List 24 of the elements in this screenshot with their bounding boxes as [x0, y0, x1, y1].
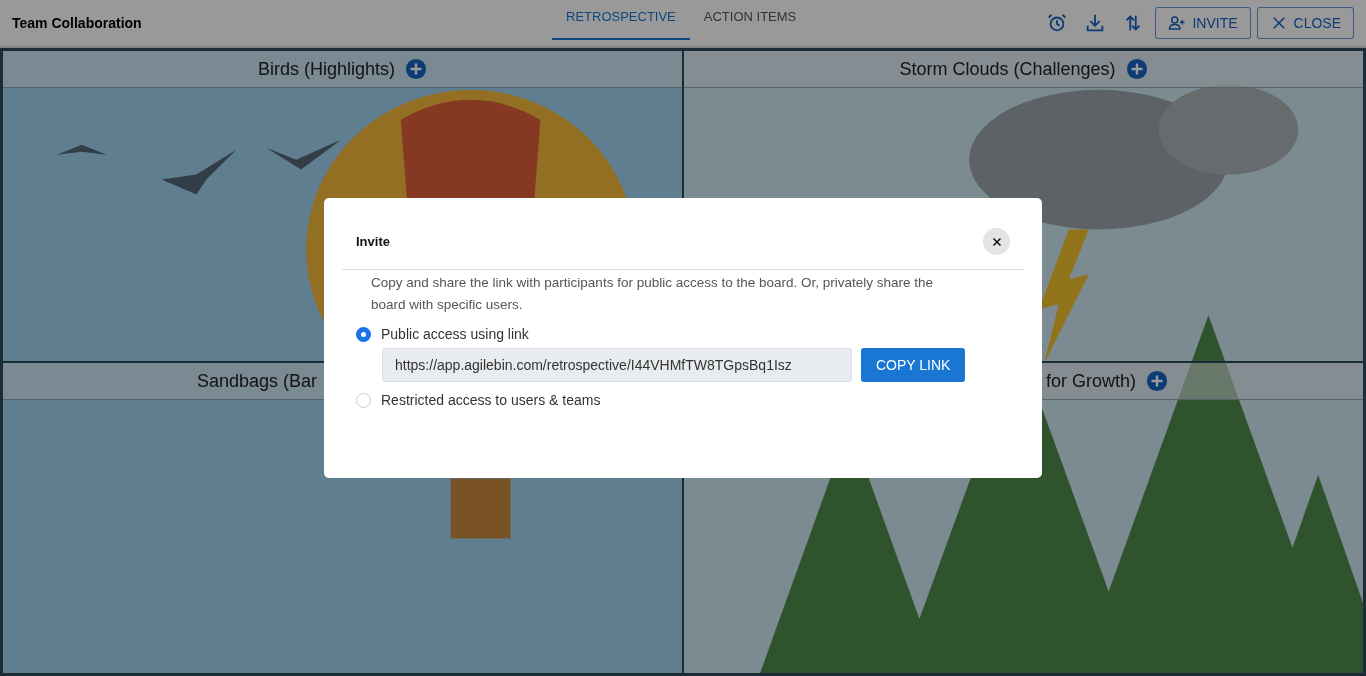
section-title: Birds (Highlights) [257, 58, 395, 80]
radio-button[interactable] [356, 392, 371, 408]
invite-button[interactable]: INVITE [1155, 7, 1251, 39]
board-title: Team Collaboration [12, 15, 143, 31]
dialog-description: Copy and share the link with participants for public access to the board. Or, privately share the board with specific users. [371, 274, 935, 314]
tab[interactable]: ACTION ITEMS [689, 0, 811, 40]
alarm-clock-icon[interactable] [1046, 12, 1069, 34]
radio-button[interactable] [356, 326, 371, 342]
section-title: for Growth) [1046, 370, 1137, 392]
tab[interactable]: RETROSPECTIVE [552, 0, 690, 40]
option-label: Restricted access to users & teams [381, 392, 601, 408]
option-label: Public access using link [381, 326, 529, 342]
section-title: Storm Clouds (Challenges) [899, 58, 1116, 80]
link-field[interactable]: https://app.agilebin.com/retrospective/I44VHMfTW8TGpsBq1Isz [382, 348, 852, 382]
copy-link-button[interactable]: COPY LINK [861, 348, 966, 382]
close-button[interactable]: CLOSE [1256, 7, 1354, 39]
dialog-title: Invite [356, 234, 390, 249]
close-button[interactable] [983, 228, 1010, 255]
add-icon[interactable] [405, 58, 427, 80]
section-title: Sandbags (Bar [196, 370, 317, 392]
close-icon [990, 235, 1003, 248]
add-icon[interactable] [1125, 58, 1148, 80]
add-person-icon [1168, 14, 1187, 32]
add-icon[interactable] [1146, 370, 1169, 392]
